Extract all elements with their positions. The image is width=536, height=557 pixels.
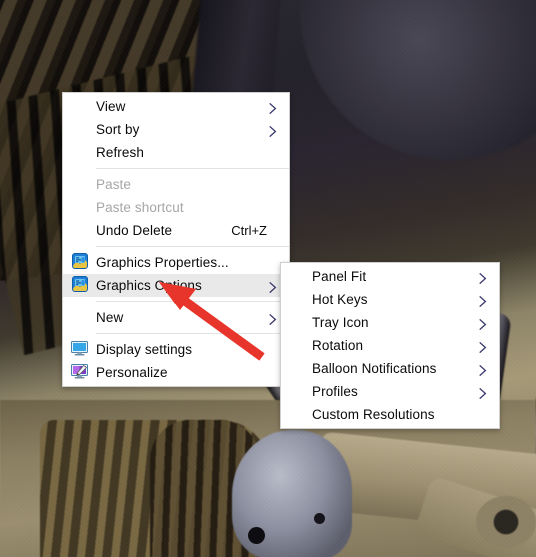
- menu-item-label: Hot Keys: [312, 291, 368, 307]
- menu-item-label: Custom Resolutions: [312, 406, 435, 422]
- menu-separator: [96, 246, 289, 247]
- menu-item-label: Balloon Notifications: [312, 360, 437, 376]
- menu-item-icon-slot: [281, 404, 312, 426]
- menu-item-sort-by[interactable]: Sort by: [63, 118, 289, 141]
- menu-item-icon-slot: [281, 266, 312, 288]
- chevron-right-icon: [269, 313, 277, 325]
- menu-item-icon-slot: [63, 119, 96, 141]
- menu-item-refresh[interactable]: Refresh: [63, 141, 289, 164]
- personalize-brush-icon: [71, 363, 88, 382]
- menu-separator: [96, 301, 289, 302]
- submenu-item-rotation[interactable]: Rotation: [281, 334, 499, 357]
- menu-separator: [96, 168, 289, 169]
- chevron-right-icon: [479, 272, 487, 284]
- menu-item-icon-slot: [63, 96, 96, 118]
- menu-item-icon-slot: [281, 358, 312, 380]
- intel-graphics-icon: [71, 276, 88, 295]
- menu-item-paste: Paste: [63, 173, 289, 196]
- menu-item-icon-slot: [63, 142, 96, 164]
- menu-item-icon-slot: [281, 312, 312, 334]
- menu-item-label: New: [96, 309, 124, 325]
- submenu-item-hot-keys[interactable]: Hot Keys: [281, 288, 499, 311]
- menu-item-icon-slot: [281, 381, 312, 403]
- menu-item-label: Graphics Options: [96, 277, 202, 293]
- menu-item-icon-slot: [281, 289, 312, 311]
- menu-item-label: Rotation: [312, 337, 364, 353]
- menu-item-graphics-options[interactable]: Graphics Options: [63, 274, 289, 297]
- submenu-item-balloon-notifications[interactable]: Balloon Notifications: [281, 357, 499, 380]
- menu-item-label: Sort by: [96, 121, 140, 137]
- menu-item-icon-slot: [63, 307, 96, 329]
- menu-item-label: Tray Icon: [312, 314, 369, 330]
- chevron-right-icon: [269, 125, 277, 137]
- menu-item-label: Personalize: [96, 364, 168, 380]
- menu-item-label: Profiles: [312, 383, 358, 399]
- chevron-right-icon: [479, 387, 487, 399]
- menu-item-undo-delete[interactable]: Undo Delete Ctrl+Z: [63, 219, 289, 242]
- submenu-item-tray-icon[interactable]: Tray Icon: [281, 311, 499, 334]
- chevron-right-icon: [479, 364, 487, 376]
- menu-item-shortcut: Ctrl+Z: [231, 223, 267, 238]
- chevron-right-icon: [269, 281, 277, 293]
- menu-item-icon-slot: [63, 220, 96, 242]
- menu-item-icon-slot: [63, 174, 96, 196]
- menu-separator: [96, 333, 289, 334]
- menu-item-paste-shortcut: Paste shortcut: [63, 196, 289, 219]
- desktop-context-menu[interactable]: View Sort by Refresh Paste Paste shortcut Und…: [62, 92, 290, 387]
- chevron-right-icon: [479, 318, 487, 330]
- menu-item-icon-slot: [63, 362, 96, 384]
- menu-item-label: Refresh: [96, 144, 144, 160]
- menu-item-label: Display settings: [96, 341, 193, 357]
- submenu-item-custom-resolutions[interactable]: Custom Resolutions: [281, 403, 499, 426]
- menu-item-label: Undo Delete: [96, 222, 173, 238]
- chevron-right-icon: [479, 295, 487, 307]
- graphics-options-submenu[interactable]: Panel Fit Hot Keys Tray Icon Rotation Balloo…: [280, 262, 500, 429]
- menu-item-icon-slot: [63, 339, 96, 361]
- menu-item-label: Paste shortcut: [96, 199, 184, 215]
- menu-item-label: Paste: [96, 176, 132, 192]
- menu-item-label: View: [96, 98, 126, 114]
- menu-item-new[interactable]: New: [63, 306, 289, 329]
- menu-item-icon-slot: [63, 197, 96, 219]
- menu-item-label: Graphics Properties...: [96, 254, 229, 270]
- menu-item-display-settings[interactable]: Display settings: [63, 338, 289, 361]
- intel-graphics-icon: [71, 253, 88, 272]
- submenu-item-profiles[interactable]: Profiles: [281, 380, 499, 403]
- menu-item-personalize[interactable]: Personalize: [63, 361, 289, 384]
- monitor-icon: [71, 340, 88, 359]
- chevron-right-icon: [269, 102, 277, 114]
- menu-item-icon-slot: [63, 252, 96, 274]
- menu-item-icon-slot: [63, 275, 96, 297]
- menu-item-label: Panel Fit: [312, 268, 367, 284]
- submenu-item-panel-fit[interactable]: Panel Fit: [281, 265, 499, 288]
- menu-item-view[interactable]: View: [63, 95, 289, 118]
- chevron-right-icon: [479, 341, 487, 353]
- menu-item-graphics-properties[interactable]: Graphics Properties...: [63, 251, 289, 274]
- menu-item-icon-slot: [281, 335, 312, 357]
